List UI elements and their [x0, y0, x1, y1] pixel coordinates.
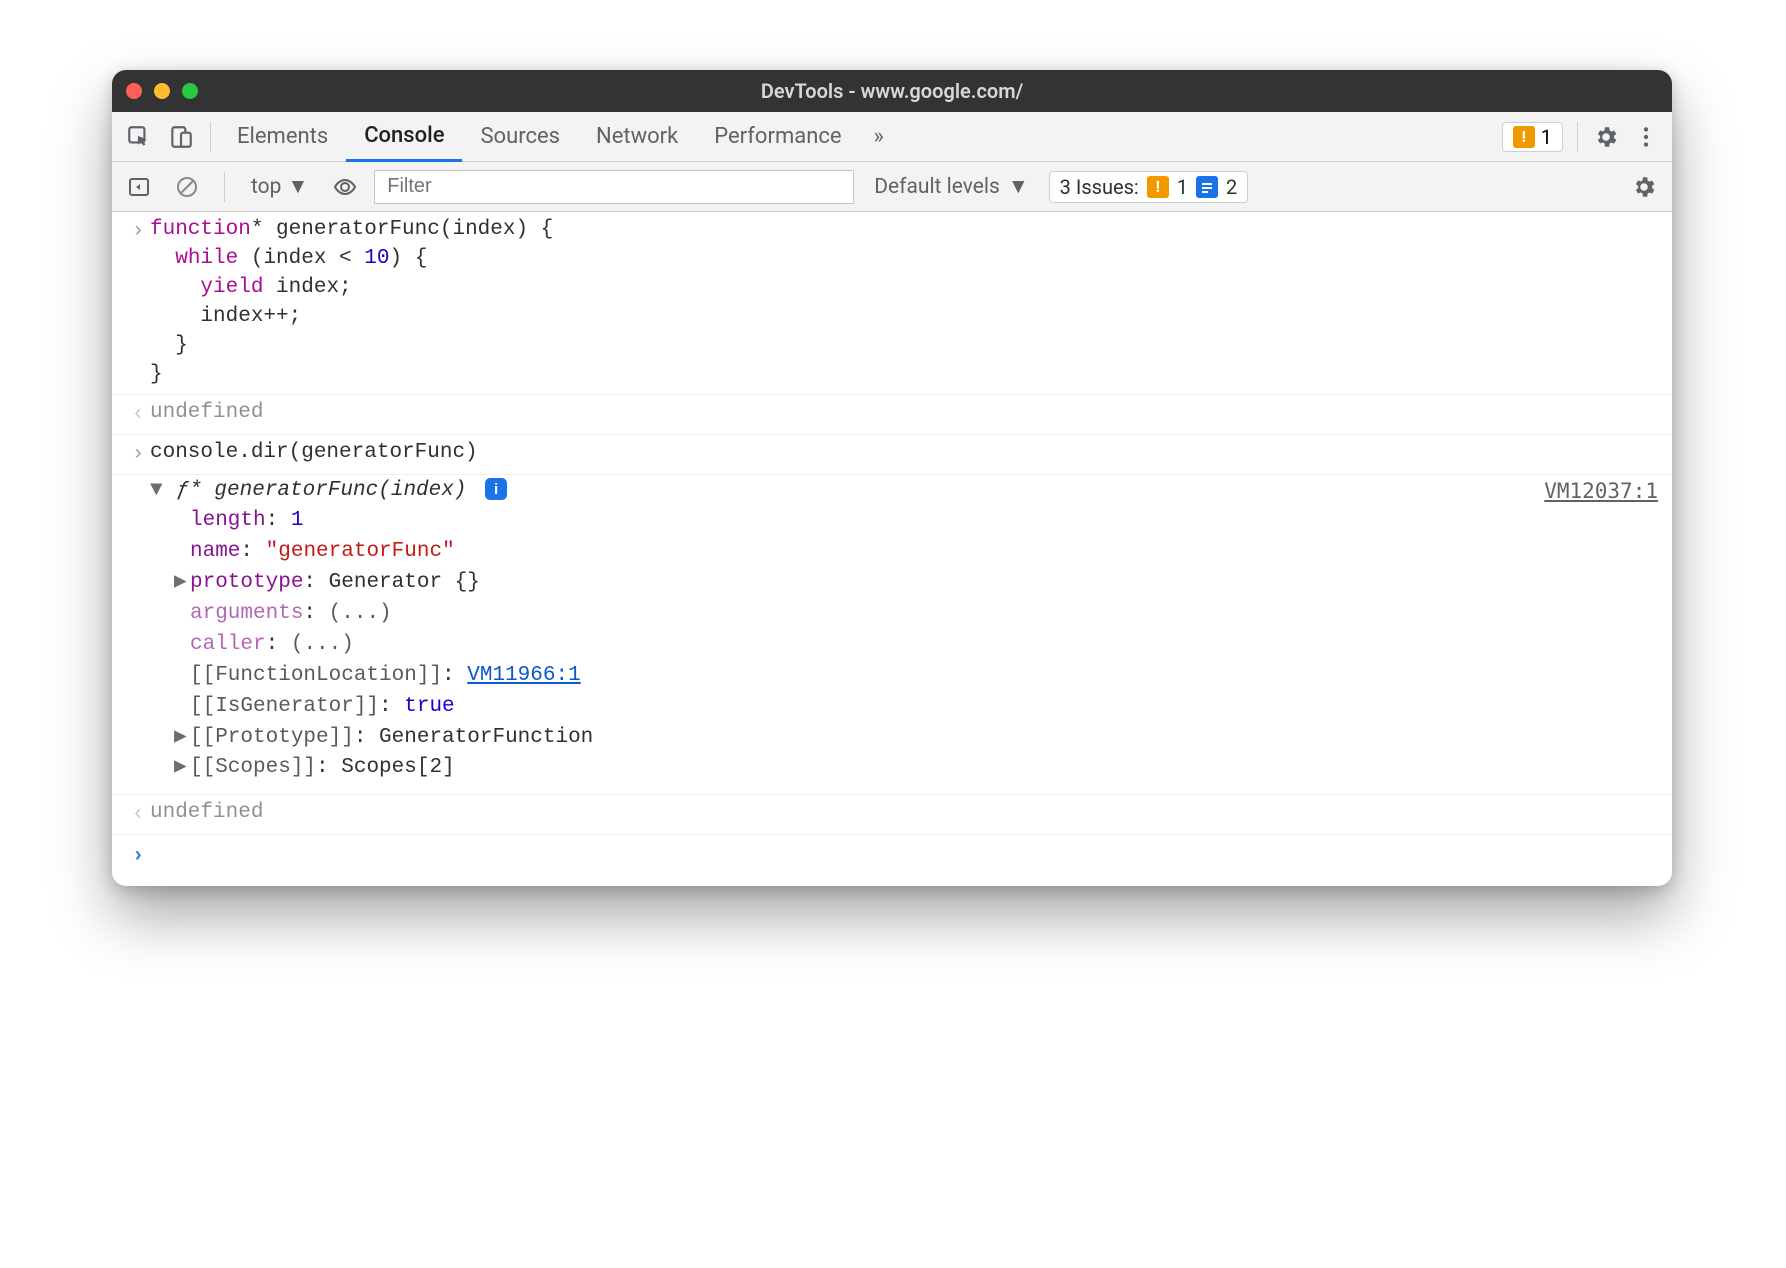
return-value: undefined [150, 799, 1658, 828]
prompt-chevron-icon: › [126, 841, 150, 872]
console-input-row[interactable]: › console.dir(generatorFunc) [112, 435, 1672, 475]
context-label: top [251, 175, 281, 199]
issues-label: 3 Issues: [1060, 175, 1139, 199]
info-icon [1196, 176, 1218, 198]
tabs-overflow-button[interactable]: » [860, 124, 898, 149]
tab-elements[interactable]: Elements [219, 112, 346, 162]
object-property[interactable]: length: 1 [174, 506, 1658, 537]
chevron-down-icon: ▼ [1008, 175, 1029, 199]
object-property[interactable]: arguments: (...) [174, 599, 1658, 630]
issues-warn-count: 1 [1177, 175, 1188, 199]
console-return-row: ‹ undefined [112, 795, 1672, 835]
object-inspector[interactable]: ▼ ƒ* generatorFunc(index) i VM12037:1 le… [112, 475, 1672, 796]
property-key: name [190, 540, 240, 563]
context-selector[interactable]: top ▼ [243, 175, 316, 199]
console-sidebar-toggle-icon[interactable] [120, 168, 158, 206]
info-badge-icon[interactable]: i [485, 478, 507, 500]
object-property[interactable]: caller: (...) [174, 630, 1658, 661]
warnings-badge[interactable]: ! 1 [1502, 122, 1563, 152]
levels-label: Default levels [874, 175, 1000, 199]
property-value[interactable]: VM11966:1 [467, 664, 580, 687]
panel-tabs: Elements Console Sources Network Perform… [112, 112, 1672, 162]
input-chevron-icon: › [126, 216, 150, 247]
device-toggle-icon[interactable] [160, 117, 202, 157]
property-key: length [190, 509, 266, 532]
return-value: undefined [150, 399, 1658, 428]
warning-icon: ! [1147, 176, 1169, 198]
console-prompt[interactable]: › [112, 835, 1672, 886]
separator [210, 122, 211, 152]
object-properties: length: 1name: "generatorFunc"▶prototype… [126, 506, 1658, 785]
property-key: arguments [190, 602, 303, 625]
tab-network[interactable]: Network [578, 112, 696, 162]
object-header: ƒ* generatorFunc(index) [177, 479, 467, 502]
issues-info-count: 2 [1226, 175, 1237, 199]
clear-console-icon[interactable] [168, 168, 206, 206]
property-key: [[IsGenerator]] [190, 695, 379, 718]
separator [224, 172, 225, 202]
object-property[interactable]: [[FunctionLocation]]: VM11966:1 [174, 661, 1658, 692]
warning-icon: ! [1513, 126, 1535, 148]
chevron-down-icon: ▼ [287, 175, 308, 199]
object-property[interactable]: name: "generatorFunc" [174, 537, 1658, 568]
source-link[interactable]: VM12037:1 [1544, 477, 1658, 506]
property-value: Scopes[2] [341, 756, 454, 779]
live-expression-icon[interactable] [326, 168, 364, 206]
code-block: function* generatorFunc(index) { while (… [150, 216, 1658, 390]
return-chevron-icon: ‹ [126, 399, 150, 430]
disclosure-triangle-icon[interactable]: ▶ [174, 754, 190, 783]
property-value: GeneratorFunction [379, 726, 593, 749]
property-value: Generator {} [329, 571, 480, 594]
property-value: true [404, 695, 454, 718]
log-levels-selector[interactable]: Default levels ▼ [864, 175, 1038, 199]
issues-button[interactable]: 3 Issues: ! 1 2 [1049, 171, 1249, 203]
disclosure-triangle-icon[interactable]: ▼ [150, 477, 164, 506]
more-menu-icon[interactable] [1626, 117, 1666, 157]
filter-input[interactable] [374, 170, 854, 204]
tab-performance[interactable]: Performance [696, 112, 859, 162]
property-key: caller [190, 633, 266, 656]
inspect-icon[interactable] [118, 117, 160, 157]
disclosure-triangle-icon[interactable]: ▶ [174, 569, 190, 598]
window-title: DevTools - www.google.com/ [112, 79, 1672, 103]
return-chevron-icon: ‹ [126, 799, 150, 830]
console-output: › function* generatorFunc(index) { while… [112, 212, 1672, 886]
property-value: (...) [329, 602, 392, 625]
object-property[interactable]: ▶[[Scopes]]: Scopes[2] [174, 753, 1658, 784]
console-return-row: ‹ undefined [112, 395, 1672, 435]
separator [1577, 122, 1578, 152]
code-line: console.dir(generatorFunc) [150, 439, 1658, 468]
object-property[interactable]: [[IsGenerator]]: true [174, 692, 1658, 723]
settings-icon[interactable] [1586, 117, 1626, 157]
console-toolbar: top ▼ Default levels ▼ 3 Issues: ! 1 2 [112, 162, 1672, 212]
property-key: [[FunctionLocation]] [190, 664, 442, 687]
property-value: (...) [291, 633, 354, 656]
console-settings-icon[interactable] [1624, 167, 1664, 207]
property-key: [[Prototype]] [190, 726, 354, 749]
object-property[interactable]: ▶prototype: Generator {} [174, 568, 1658, 599]
filter-field[interactable] [385, 174, 843, 199]
titlebar: DevTools - www.google.com/ [112, 70, 1672, 112]
tab-console[interactable]: Console [346, 112, 462, 162]
input-chevron-icon: › [126, 439, 150, 470]
property-value: "generatorFunc" [266, 540, 455, 563]
tab-sources[interactable]: Sources [462, 112, 578, 162]
devtools-window: DevTools - www.google.com/ Elements Cons… [112, 70, 1672, 886]
property-key: [[Scopes]] [190, 756, 316, 779]
property-value: 1 [291, 509, 304, 532]
warnings-count: 1 [1541, 125, 1552, 149]
object-property[interactable]: ▶[[Prototype]]: GeneratorFunction [174, 723, 1658, 754]
console-input-row[interactable]: › function* generatorFunc(index) { while… [112, 212, 1672, 395]
disclosure-triangle-icon[interactable]: ▶ [174, 724, 190, 753]
property-key: prototype [190, 571, 303, 594]
